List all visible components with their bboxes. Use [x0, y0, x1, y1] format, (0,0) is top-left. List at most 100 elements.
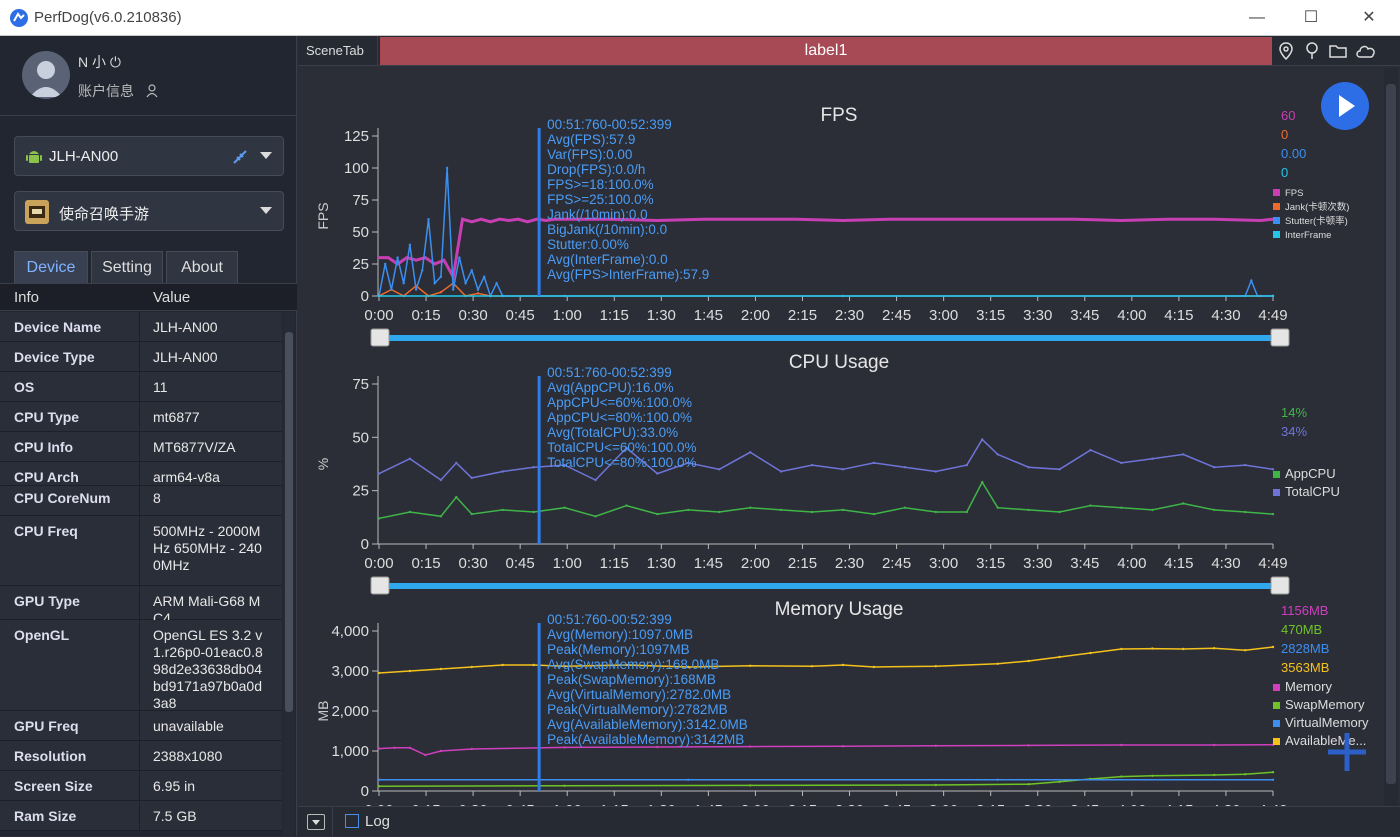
- collapse-button[interactable]: [307, 814, 325, 830]
- cursor-info-line: TotalCPU<=80%:100.0%: [547, 455, 696, 470]
- x-tick-label: 4:15: [1164, 555, 1193, 572]
- scrollbar-thumb[interactable]: [285, 332, 293, 712]
- x-tick-label: 1:00: [553, 555, 582, 572]
- cursor-info-line: Avg(AvailableMemory):3142.0MB: [547, 717, 748, 732]
- current-value: 3563MB: [1281, 660, 1329, 675]
- data-point: [532, 663, 535, 667]
- data-point: [476, 288, 480, 291]
- range-handle-left[interactable]: [370, 576, 390, 595]
- chevron-down-icon: [260, 207, 272, 214]
- data-point: [439, 291, 443, 294]
- row-key: CPU Type: [0, 402, 140, 431]
- range-slider-track[interactable]: [379, 583, 1281, 589]
- data-point: [934, 744, 937, 747]
- marker-icon[interactable]: [1302, 41, 1322, 61]
- cursor-info-line: Avg(AppCPU):16.0%: [547, 380, 674, 395]
- device-select[interactable]: JLH-AN00: [14, 136, 284, 176]
- scene-tab[interactable]: SceneTab: [298, 36, 378, 66]
- data-point: [841, 508, 845, 512]
- data-point: [517, 218, 520, 221]
- scrollbar-thumb[interactable]: [1386, 84, 1396, 784]
- y-axis-label: FPS: [315, 202, 331, 229]
- row-value: mt6877: [140, 402, 282, 431]
- table-row: CPU Arch arm64-v8a: [0, 462, 282, 486]
- table-row: OpenGL OpenGL ES 3.2 v1.r26p0-01eac0.898d…: [0, 620, 282, 711]
- y-tick-label: 125: [344, 128, 369, 145]
- data-point: [965, 510, 968, 514]
- scene-label[interactable]: label1: [380, 37, 1272, 65]
- range-slider-track[interactable]: [379, 335, 1281, 341]
- row-value: OpenGL ES 3.2 v1.r26p0-01eac0.898d2e3363…: [140, 620, 282, 711]
- row-value: arm64-v8a: [140, 462, 282, 485]
- minimize-button[interactable]: —: [1245, 6, 1269, 30]
- x-tick-label: 1:45: [694, 307, 723, 324]
- data-point: [749, 664, 752, 667]
- data-point: [1182, 502, 1185, 505]
- range-handle-right[interactable]: [1270, 576, 1290, 595]
- data-point: [749, 451, 752, 454]
- legend-swatch: [1273, 189, 1280, 196]
- data-point: [872, 665, 876, 669]
- cursor-info-line: Avg(TotalCPU):33.0%: [547, 425, 678, 440]
- play-icon[interactable]: [1320, 81, 1370, 131]
- y-tick-label: 2,000: [331, 703, 369, 720]
- current-value: 14%: [1281, 405, 1307, 420]
- app-select-value: 使命召唤手游: [59, 206, 150, 223]
- data-point: [439, 667, 443, 671]
- table-row: Screen Size 6.95 in: [0, 771, 282, 801]
- table-row: OS 11: [0, 372, 282, 402]
- row-value: ARM Mali-G68 MC4: [140, 586, 282, 626]
- data-point: [455, 461, 458, 465]
- tab-device[interactable]: Device: [14, 251, 88, 283]
- tab-setting[interactable]: Setting: [91, 251, 163, 283]
- column-header-info: Info: [14, 289, 40, 306]
- usb-connection-icon[interactable]: [231, 148, 249, 166]
- sidebar: N 小 ⏻ 账户信息 JLH-AN00 使命召唤手游 Device Settin…: [0, 36, 297, 836]
- data-point: [1027, 218, 1030, 221]
- cursor-info-line: Var(FPS):0.00: [547, 147, 632, 162]
- account-icon[interactable]: [146, 84, 160, 98]
- y-tick-label: 75: [352, 376, 369, 393]
- data-point: [1027, 508, 1030, 512]
- account-info-link[interactable]: 账户信息: [78, 81, 134, 101]
- x-tick-label: 2:00: [741, 555, 770, 572]
- legend-label: VirtualMemory: [1285, 715, 1369, 730]
- data-point: [377, 294, 381, 298]
- x-tick-label: 1:30: [647, 307, 676, 324]
- maximize-button[interactable]: ☐: [1299, 6, 1323, 30]
- series-line-memory: [378, 744, 1274, 756]
- tab-about[interactable]: About: [166, 251, 238, 283]
- y-tick-label: 0: [361, 783, 369, 800]
- user-avatar-icon: [30, 61, 62, 97]
- legend-label: InterFrame: [1285, 230, 1331, 241]
- data-point: [470, 512, 473, 516]
- app-select[interactable]: 使命召唤手游: [14, 191, 284, 231]
- data-point: [1073, 218, 1077, 221]
- data-point: [749, 745, 752, 748]
- sidebar-scrollbar[interactable]: [283, 312, 295, 836]
- charts-scrollbar[interactable]: [1384, 68, 1398, 806]
- row-value: 500MHz - 2000MHz 650MHz - 2400MHz: [140, 516, 282, 585]
- range-handle-right[interactable]: [1270, 328, 1290, 347]
- data-point: [702, 218, 705, 221]
- row-key: Ram Size: [0, 801, 140, 830]
- cloud-icon[interactable]: [1354, 41, 1378, 61]
- data-point: [439, 275, 443, 278]
- log-checkbox[interactable]: [345, 814, 359, 828]
- data-point: [408, 669, 412, 673]
- data-point: [390, 288, 393, 291]
- data-point: [810, 665, 814, 668]
- data-point: [470, 476, 473, 480]
- data-point: [532, 510, 535, 514]
- close-button[interactable]: ✕: [1357, 6, 1381, 30]
- x-tick-label: 2:45: [882, 307, 911, 324]
- x-tick-label: 3:45: [1070, 307, 1099, 324]
- data-point: [996, 453, 999, 456]
- range-handle-left[interactable]: [370, 328, 390, 347]
- add-chart-icon[interactable]: [1324, 729, 1370, 775]
- folder-icon[interactable]: [1328, 41, 1348, 61]
- location-pin-icon[interactable]: [1276, 41, 1296, 61]
- avatar[interactable]: [22, 51, 70, 99]
- data-point: [1120, 461, 1123, 465]
- data-point: [387, 256, 390, 259]
